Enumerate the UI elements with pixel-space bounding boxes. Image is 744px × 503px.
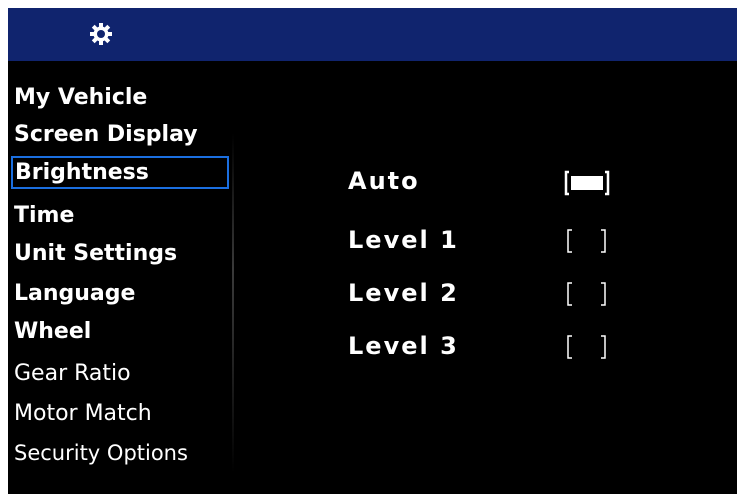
- option-label-auto[interactable]: Auto: [348, 167, 420, 195]
- menu-item-wheel[interactable]: Wheel: [12, 315, 91, 348]
- menu-item-label: Language: [14, 281, 136, 306]
- menu-item-my-vehicle[interactable]: My Vehicle: [12, 81, 147, 114]
- menu-item-screen-display[interactable]: Screen Display: [12, 118, 198, 151]
- menu-item-label: Screen Display: [14, 122, 198, 147]
- gear-icon[interactable]: [88, 21, 114, 47]
- menu-item-label: Wheel: [14, 319, 92, 344]
- menu-item-language[interactable]: Language: [12, 277, 135, 310]
- menu-item-label: Security Options: [14, 441, 188, 465]
- menu-item-label: My Vehicle: [14, 85, 148, 110]
- option-checkbox-level-3[interactable]: [563, 333, 611, 361]
- menu-item-motor-match[interactable]: Motor Match: [12, 397, 152, 430]
- menu-item-label: Unit Settings: [14, 241, 178, 266]
- menu-item-brightness[interactable]: Brightness: [11, 156, 229, 189]
- menu-divider: [232, 133, 234, 473]
- option-label-level-2[interactable]: Level 2: [348, 279, 459, 307]
- menu-item-gear-ratio[interactable]: Gear Ratio: [12, 357, 131, 390]
- menu-item-label: Motor Match: [14, 401, 152, 426]
- option-label-level-1[interactable]: Level 1: [348, 226, 459, 254]
- header-bar: [8, 8, 737, 61]
- menu-item-label: Time: [14, 203, 75, 228]
- display-screen: My Vehicle Screen Display Brightness Tim…: [8, 8, 737, 494]
- option-checkbox-auto[interactable]: [563, 169, 611, 197]
- option-checkbox-level-2[interactable]: [563, 280, 611, 308]
- option-label-level-3[interactable]: Level 3: [348, 332, 459, 360]
- menu-item-label: Brightness: [15, 160, 149, 185]
- option-checkbox-level-1[interactable]: [563, 227, 611, 255]
- menu-item-time[interactable]: Time: [12, 199, 74, 232]
- menu-item-security-options[interactable]: Security Options: [12, 437, 188, 470]
- settings-menu: My Vehicle Screen Display Brightness Tim…: [8, 61, 236, 494]
- menu-item-label: Gear Ratio: [14, 361, 131, 386]
- menu-item-unit-settings[interactable]: Unit Settings: [12, 237, 177, 270]
